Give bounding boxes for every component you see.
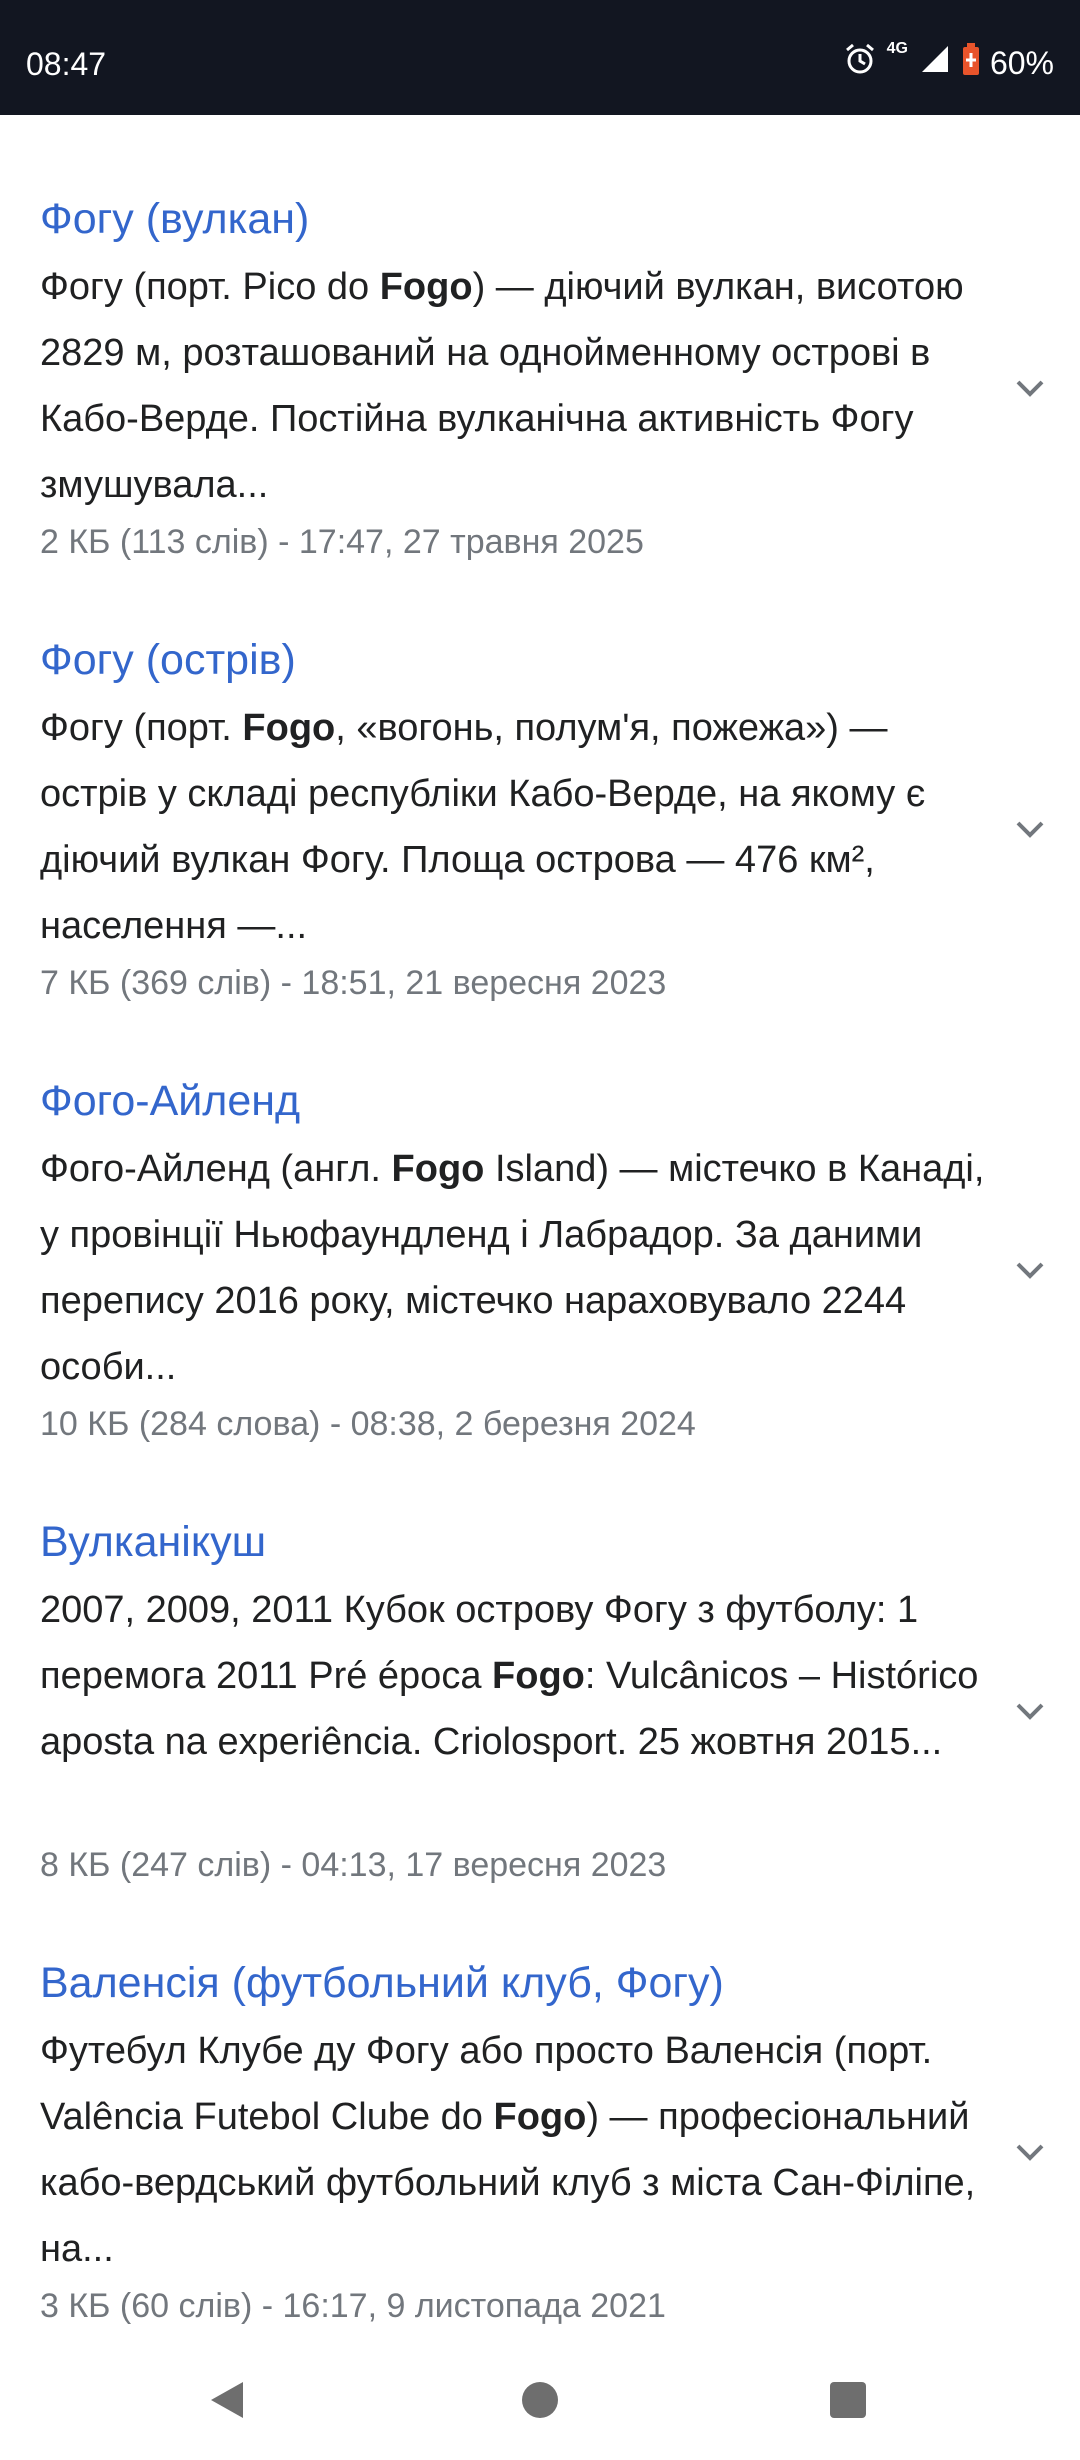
search-result[interactable]: Фогу (вулкан) Фогу (порт. Pico do Fogo) … (0, 190, 1080, 590)
snippet-text: Фогу (порт. Pico do (40, 266, 380, 308)
chevron-down-icon[interactable] (1010, 1250, 1050, 1290)
status-icons: 4G 60% (843, 40, 1054, 84)
status-bar: 08:47 4G 60% (0, 0, 1080, 115)
recents-icon[interactable] (818, 2370, 878, 2430)
search-result[interactable]: Валенсія (футбольний клуб, Фогу) Футебул… (0, 1954, 1080, 2354)
status-time: 08:47 (26, 46, 107, 82)
result-meta: 10 КБ (284 слова) - 08:38, 2 березня 202… (40, 1405, 696, 1443)
back-icon[interactable] (197, 2370, 257, 2430)
snippet-highlight: Fogo (242, 707, 336, 749)
snippet-highlight: Fogo (492, 1655, 585, 1697)
result-snippet: Фого-Айленд (англ. Fogo Island) — містеч… (40, 1136, 1000, 1400)
signal-icon (918, 42, 952, 84)
battery-percent: 60% (989, 44, 1054, 81)
search-result[interactable]: Фого-Айленд Фого-Айленд (англ. Fogo Isla… (0, 1072, 1080, 1472)
result-title-link[interactable]: Вулканікуш (40, 1513, 266, 1571)
search-result[interactable]: Вулканікуш 2007, 2009, 2011 Кубок остров… (0, 1513, 1080, 1913)
search-result[interactable]: Фогу (острів) Фогу (порт. Fogo, «вогонь,… (0, 631, 1080, 1031)
network-type: 4G (886, 40, 908, 57)
result-meta: 2 КБ (113 слів) - 17:47, 27 травня 2025 (40, 523, 644, 561)
result-meta: 3 КБ (60 слів) - 16:17, 9 листопада 2021 (40, 2287, 666, 2325)
chevron-down-icon[interactable] (1010, 2132, 1050, 2172)
snippet-highlight: Fogo (493, 2096, 587, 2138)
chevron-down-icon[interactable] (1010, 1691, 1050, 1731)
result-title-link[interactable]: Фогу (вулкан) (40, 190, 309, 248)
result-title-link[interactable]: Валенсія (футбольний клуб, Фогу) (40, 1954, 724, 2012)
result-meta: 7 КБ (369 слів) - 18:51, 21 вересня 2023 (40, 964, 667, 1002)
result-snippet: Фогу (порт. Pico do Fogo) — діючий вулка… (40, 254, 1000, 518)
chevron-down-icon[interactable] (1010, 368, 1050, 408)
chevron-down-icon[interactable] (1010, 809, 1050, 849)
snippet-text: Фогу (порт. (40, 707, 243, 749)
alarm-icon (843, 42, 877, 84)
result-snippet: Фогу (порт. Fogo, «вогонь, полум'я, поже… (40, 695, 1000, 959)
snippet-text: Фого-Айленд (англ. (40, 1148, 392, 1190)
result-meta: 8 КБ (247 слів) - 04:13, 17 вересня 2023 (40, 1846, 667, 1884)
home-icon[interactable] (510, 2370, 570, 2430)
battery-saver-icon (962, 42, 980, 84)
result-snippet: 2007, 2009, 2011 Кубок острову Фогу з фу… (40, 1577, 1000, 1775)
navigation-bar (0, 2340, 1080, 2460)
snippet-highlight: Fogo (379, 266, 473, 308)
snippet-highlight: Fogo (391, 1148, 485, 1190)
result-snippet: Футебул Клубе ду Фогу або просто Валенсі… (40, 2018, 1000, 2282)
result-title-link[interactable]: Фого-Айленд (40, 1072, 300, 1130)
result-title-link[interactable]: Фогу (острів) (40, 631, 296, 689)
